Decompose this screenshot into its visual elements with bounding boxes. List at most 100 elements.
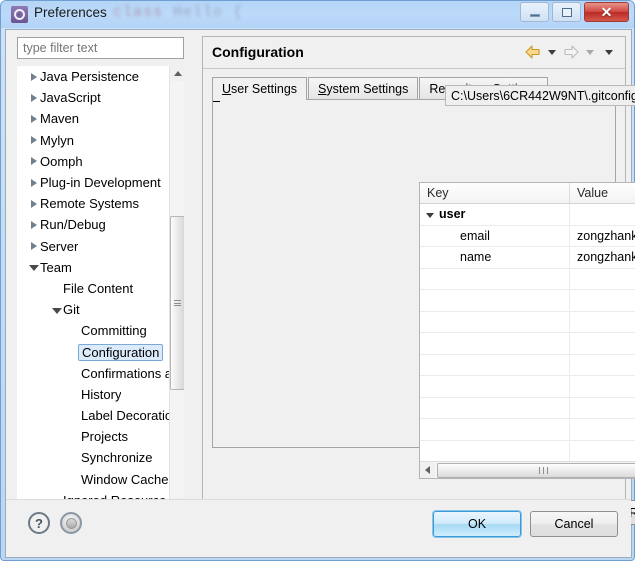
sidebar-item-javascript[interactable]: JavaScript	[17, 87, 173, 108]
collapse-triangle-icon	[50, 306, 63, 314]
table-horizontal-scrollbar[interactable]	[420, 461, 635, 478]
back-history-chevron-down-icon[interactable]	[548, 49, 556, 55]
cancel-button[interactable]: Cancel	[530, 511, 618, 537]
sidebar-item-label: File Content	[63, 280, 134, 296]
minimize-icon	[529, 13, 540, 17]
tree-scroll-thumb[interactable]	[170, 216, 184, 390]
arrow-left-icon	[425, 466, 430, 474]
table-row[interactable]: user	[420, 204, 635, 226]
dialog-footer: ? OK Cancel	[6, 499, 631, 557]
window-title: Preferences	[34, 5, 107, 20]
expand-triangle-icon	[27, 93, 40, 102]
column-header-value[interactable]: Value	[570, 183, 635, 203]
sidebar-item-git[interactable]: Git	[17, 299, 173, 320]
table-empty-row[interactable]	[420, 311, 635, 333]
scroll-up-button[interactable]	[170, 66, 184, 81]
expand-triangle-icon	[27, 157, 40, 166]
table-empty-row[interactable]	[420, 397, 635, 419]
filter-input[interactable]	[17, 37, 184, 59]
table-empty-row[interactable]	[420, 376, 635, 398]
ok-button[interactable]: OK	[432, 510, 522, 538]
sidebar-item-label: Window Cache	[81, 471, 169, 487]
collapse-triangle-icon[interactable]	[426, 212, 434, 218]
sidebar-item-history[interactable]: History	[17, 384, 173, 405]
sidebar-item-team[interactable]: Team	[17, 257, 173, 278]
table-empty-row[interactable]	[420, 333, 635, 355]
expand-triangle-icon	[27, 178, 40, 187]
sidebar-item-synchronize[interactable]: Synchronize	[17, 447, 173, 468]
table-body: user email zongzhankui@hotmail.com name zong…	[420, 204, 635, 462]
sidebar-item-file-content[interactable]: File Content	[17, 278, 173, 299]
table-cell-value: zongzhankui@hotmail.com	[577, 228, 635, 243]
config-table[interactable]: Key Value user email zongzhankui@hotmail.c…	[419, 182, 635, 479]
sidebar-item-run-debug[interactable]: Run/Debug	[17, 214, 173, 235]
sidebar-item-label: Synchronize	[81, 450, 153, 466]
expand-triangle-icon	[27, 72, 40, 81]
table-row[interactable]: email zongzhankui@hotmail.com	[420, 225, 635, 247]
page-title: Configuration	[212, 44, 304, 60]
table-empty-row[interactable]	[420, 290, 635, 312]
sidebar-item-label-decoratio[interactable]: Label Decoratio	[17, 405, 173, 426]
sidebar-item-remote-systems[interactable]: Remote Systems	[17, 193, 173, 214]
preference-page-panel: Configuration User Settings System Settin…	[202, 36, 635, 525]
table-cell-key: user	[439, 207, 466, 222]
tab-user-settings[interactable]: User Settings	[212, 77, 308, 100]
sidebar-item-window-cache[interactable]: Window Cache	[17, 469, 173, 490]
table-scroll-left-button[interactable]	[420, 462, 435, 478]
table-empty-row[interactable]	[420, 419, 635, 441]
back-arrow-icon[interactable]	[525, 45, 541, 59]
sidebar-item-label: Java Persistence	[40, 69, 139, 85]
sidebar-item-label: Team	[40, 259, 72, 275]
sidebar-item-confirmations-a[interactable]: Confirmations a	[17, 363, 173, 384]
background-code-ghost-text: class Hello {	[113, 4, 243, 21]
sidebar-item-configuration[interactable]: Configuration	[17, 341, 173, 362]
sidebar-item-label: Plug-in Development	[40, 175, 161, 191]
table-empty-row[interactable]	[420, 354, 635, 376]
close-button[interactable]: ✕	[584, 2, 629, 22]
sidebar-item-mylyn[interactable]: Mylyn	[17, 130, 173, 151]
minimize-button[interactable]	[520, 2, 549, 22]
table-empty-row[interactable]	[420, 440, 635, 462]
sidebar-item-label: Server	[40, 238, 79, 254]
page-header: Configuration	[203, 37, 625, 69]
sidebar-item-server[interactable]: Server	[17, 236, 173, 257]
sidebar-item-oomph[interactable]: Oomph	[17, 151, 173, 172]
tree-vertical-scrollbar[interactable]	[169, 66, 184, 512]
sidebar-item-java-persistence[interactable]: Java Persistence	[17, 66, 173, 87]
sidebar-item-label: Configuration	[78, 343, 164, 361]
sidebar-item-committing[interactable]: Committing	[17, 320, 173, 341]
sidebar-item-label: Label Decoratio	[81, 408, 173, 424]
tab-system-settings[interactable]: System Settings	[308, 77, 419, 100]
preferences-sidebar: Java Persistence JavaScript Maven Mylyn Oomp…	[6, 30, 191, 524]
sidebar-item-label: Run/Debug	[40, 217, 106, 233]
table-header-row: Key Value	[420, 183, 635, 204]
sidebar-item-label: Oomph	[40, 153, 83, 169]
table-empty-row[interactable]	[420, 268, 635, 290]
sidebar-item-plug-in-development[interactable]: Plug-in Development	[17, 172, 173, 193]
ghost-keyword: class	[113, 4, 164, 21]
reset-button-icon[interactable]	[60, 512, 82, 534]
sidebar-item-projects[interactable]: Projects	[17, 426, 173, 447]
table-row[interactable]: name zongzhankui	[420, 247, 635, 269]
history-menu-chevron-down-icon[interactable]	[605, 49, 613, 55]
dialog-client-area: Java Persistence JavaScript Maven Mylyn Oomp…	[5, 29, 635, 558]
page-navigation-controls	[525, 45, 617, 59]
expand-triangle-icon	[27, 136, 40, 145]
sidebar-item-maven[interactable]: Maven	[17, 108, 173, 129]
column-header-key[interactable]: Key	[420, 183, 570, 203]
preferences-gear-icon	[11, 6, 28, 23]
sidebar-item-label: JavaScript	[40, 90, 101, 106]
sidebar-item-label: Projects	[81, 429, 128, 445]
title-bar[interactable]: Preferences class Hello { ✕	[1, 1, 634, 28]
grip-icon	[538, 466, 550, 474]
maximize-button[interactable]	[552, 2, 581, 22]
sidebar-item-label: Maven	[40, 111, 80, 127]
arrow-up-icon	[173, 71, 182, 76]
location-input[interactable]	[445, 85, 635, 106]
question-mark-icon[interactable]: ?	[28, 512, 50, 534]
table-hscroll-thumb[interactable]	[437, 462, 635, 478]
preferences-tree[interactable]: Java Persistence JavaScript Maven Mylyn Oomp…	[17, 66, 184, 512]
expand-triangle-icon	[27, 220, 40, 229]
forward-history-chevron-down-icon	[586, 49, 594, 55]
collapse-triangle-icon	[27, 263, 40, 272]
